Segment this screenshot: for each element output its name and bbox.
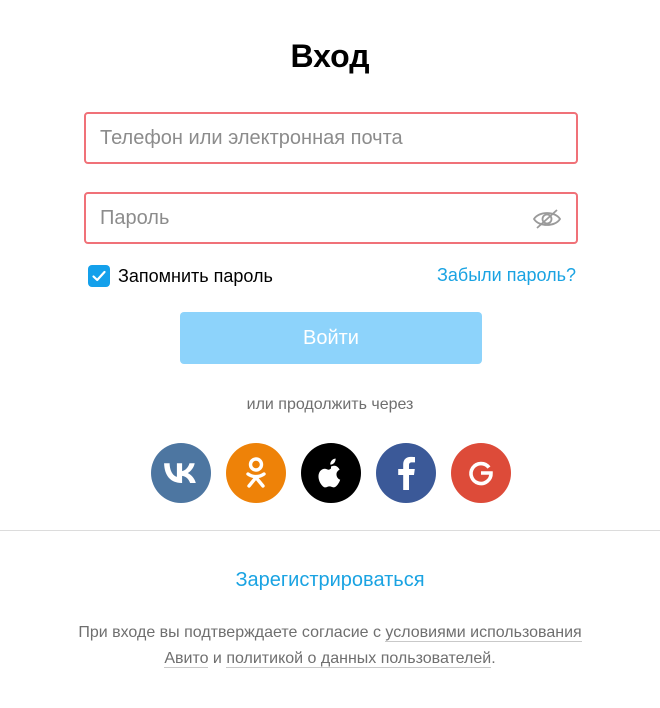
social-buttons [151, 443, 511, 503]
facebook-icon [398, 456, 415, 490]
register-section: Зарегистрироваться [0, 569, 660, 592]
terms-suffix: . [491, 650, 496, 667]
password-input[interactable] [86, 194, 576, 242]
login-field[interactable] [84, 112, 578, 164]
remember-label: Запомнить пароль [118, 265, 273, 286]
password-field[interactable] [84, 192, 578, 244]
remember-password[interactable]: Запомнить пароль [88, 265, 273, 287]
apple-button[interactable] [301, 443, 361, 503]
odnoklassniki-button[interactable] [226, 443, 286, 503]
vk-button[interactable] [151, 443, 211, 503]
vk-icon [164, 463, 196, 483]
terms-prefix: При входе вы подтверждаете согласие с [78, 624, 386, 641]
page-title: Вход [290, 38, 370, 74]
check-icon [92, 270, 106, 282]
odnoklassniki-icon [246, 457, 266, 488]
login-input[interactable] [86, 114, 576, 162]
terms-middle: и [208, 650, 227, 667]
terms-text: При входе вы подтверждаете согласие с ус… [70, 620, 590, 672]
google-icon [469, 461, 493, 486]
google-button[interactable] [451, 443, 511, 503]
privacy-policy-link[interactable]: политикой о данных пользователей [226, 650, 492, 668]
facebook-button[interactable] [376, 443, 436, 503]
eye-crossed-icon[interactable] [532, 207, 562, 231]
register-link[interactable]: Зарегистрироваться [235, 569, 424, 591]
remember-checkbox[interactable] [88, 265, 110, 287]
social-caption: или продолжить через [246, 396, 414, 413]
divider [0, 530, 660, 531]
login-button[interactable]: Войти [180, 312, 482, 364]
forgot-password-link[interactable]: Забыли пароль? [437, 265, 576, 286]
apple-icon [318, 458, 341, 488]
